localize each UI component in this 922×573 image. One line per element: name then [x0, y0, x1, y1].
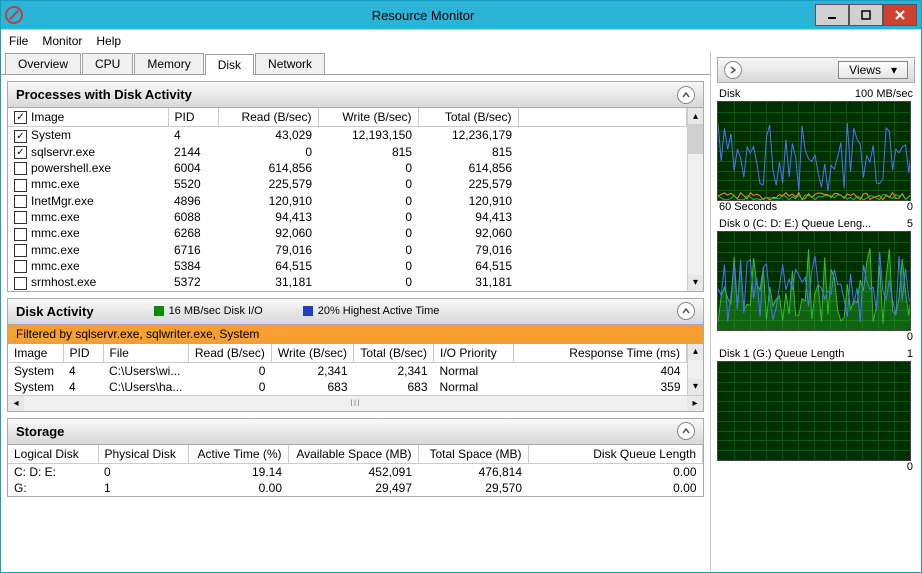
- row-checkbox[interactable]: [14, 195, 27, 208]
- table-row[interactable]: mmc.exe 671679,016079,016: [8, 242, 687, 258]
- legend-green-icon: [154, 306, 164, 316]
- close-button[interactable]: [883, 4, 917, 26]
- row-checkbox[interactable]: [14, 244, 27, 257]
- row-checkbox[interactable]: ✓: [14, 146, 27, 159]
- row-checkbox[interactable]: [14, 162, 27, 175]
- graph: Disk 1 (G:) Queue Length1 0: [717, 347, 915, 473]
- row-checkbox[interactable]: ✓: [14, 130, 27, 143]
- expand-right-icon[interactable]: [724, 61, 742, 79]
- menu-file[interactable]: File: [9, 34, 28, 48]
- collapse-icon[interactable]: [677, 86, 695, 104]
- menu-help[interactable]: Help: [96, 34, 121, 48]
- window-title: Resource Monitor: [31, 8, 815, 23]
- table-row[interactable]: C: D: E:019.14 452,091476,8140.00: [8, 463, 703, 480]
- tab-disk[interactable]: Disk: [205, 54, 254, 75]
- check-all[interactable]: ✓: [14, 111, 27, 124]
- disk-activity-table: Image PID File Read (B/sec) Write (B/sec…: [8, 344, 687, 395]
- storage-panel: Storage Logical Disk Physical Disk Activ…: [7, 418, 704, 497]
- menubar: File Monitor Help: [1, 29, 921, 51]
- maximize-button[interactable]: [849, 4, 883, 26]
- scrollbar-horizontal[interactable]: ◂III▸: [8, 395, 703, 411]
- row-checkbox[interactable]: [14, 260, 27, 273]
- row-checkbox[interactable]: [14, 277, 27, 290]
- app-icon: [5, 6, 23, 24]
- chevron-down-icon: ▾: [891, 63, 897, 77]
- tab-overview[interactable]: Overview: [5, 53, 81, 74]
- table-row[interactable]: mmc.exe 5520225,5790225,579: [8, 176, 687, 192]
- table-row[interactable]: mmc.exe 608894,413094,413: [8, 209, 687, 225]
- tabs: Overview CPU Memory Disk Network: [1, 51, 710, 75]
- row-checkbox[interactable]: [14, 228, 27, 241]
- table-row[interactable]: mmc.exe 538464,515064,515: [8, 258, 687, 274]
- table-row[interactable]: ✓System 443,02912,193,15012,236,179: [8, 127, 687, 144]
- storage-table: Logical Disk Physical Disk Active Time (…: [8, 445, 703, 496]
- storage-title: Storage: [16, 424, 64, 439]
- minimize-button[interactable]: [815, 4, 849, 26]
- table-row[interactable]: mmc.exe 626892,060092,060: [8, 225, 687, 241]
- collapse-icon[interactable]: [677, 302, 695, 320]
- filter-bar: Filtered by sqlservr.exe, sqlwriter.exe,…: [8, 325, 703, 344]
- graphs-pane: Views ▾ Disk100 MB/sec 60 Seconds0Disk 0…: [711, 51, 921, 572]
- processes-panel-title: Processes with Disk Activity: [16, 87, 192, 102]
- legend-blue-icon: [303, 306, 313, 316]
- table-row[interactable]: ✓sqlservr.exe 21440815815: [8, 144, 687, 160]
- tab-cpu[interactable]: CPU: [82, 53, 133, 74]
- tab-memory[interactable]: Memory: [134, 53, 203, 74]
- table-row[interactable]: G:10.00 29,49729,5700.00: [8, 480, 703, 496]
- table-row[interactable]: System4C:\Users\wi...0 2,3412,341Normal4…: [8, 362, 687, 379]
- graph: Disk100 MB/sec 60 Seconds0: [717, 87, 915, 213]
- menu-monitor[interactable]: Monitor: [42, 34, 82, 48]
- scrollbar-vertical[interactable]: ▴▾: [687, 344, 703, 395]
- tab-network[interactable]: Network: [255, 53, 325, 74]
- table-row[interactable]: powershell.exe 6004614,8560614,856: [8, 160, 687, 176]
- table-row[interactable]: srmhost.exe 537231,181031,181: [8, 274, 687, 290]
- views-button[interactable]: Views ▾: [838, 61, 908, 79]
- row-checkbox[interactable]: [14, 211, 27, 224]
- processes-panel: Processes with Disk Activity ✓Image PID: [7, 81, 704, 292]
- processes-table: ✓Image PID Read (B/sec) Write (B/sec) To…: [8, 108, 687, 291]
- disk-activity-title: Disk Activity: [16, 304, 94, 319]
- table-row[interactable]: InetMgr.exe 4896120,9100120,910: [8, 193, 687, 209]
- titlebar[interactable]: Resource Monitor: [1, 1, 921, 29]
- disk-activity-panel: Disk Activity 16 MB/sec Disk I/O 20% Hig…: [7, 298, 704, 412]
- row-checkbox[interactable]: [14, 179, 27, 192]
- window: Resource Monitor File Monitor Help Overv…: [0, 0, 922, 573]
- collapse-icon[interactable]: [677, 422, 695, 440]
- graph: Disk 0 (C: D: E:) Queue Leng...5 0: [717, 217, 915, 343]
- scrollbar-vertical[interactable]: ▴▾: [687, 108, 703, 291]
- table-row[interactable]: System4C:\Users\ha...0 683683Normal359: [8, 379, 687, 395]
